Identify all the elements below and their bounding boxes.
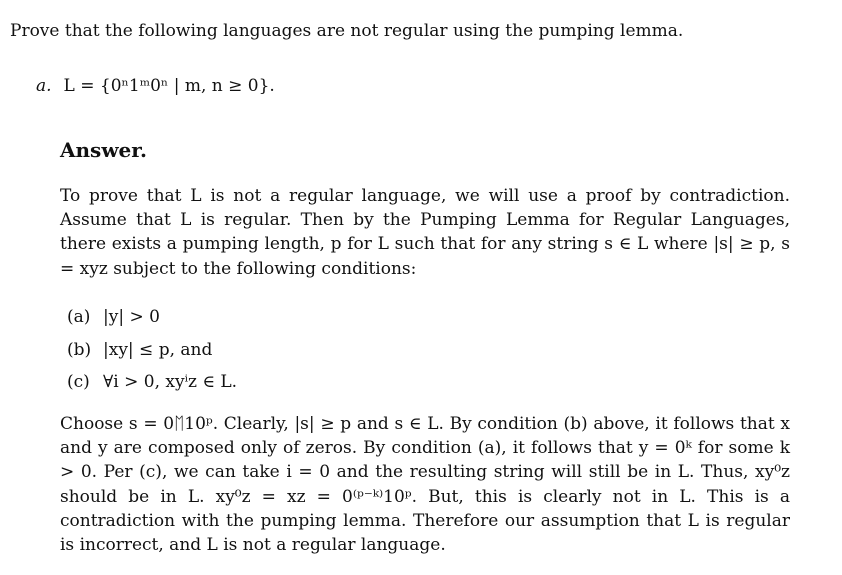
proof-paragraph-2: Choose s = 0ᛖ10ᵖ. Clearly, |s| ≥ p and s… bbox=[60, 414, 790, 556]
condition-c-label: (c) bbox=[67, 372, 90, 392]
condition-b: (b) |xy| ≤ p, and bbox=[67, 334, 237, 367]
conditions-list: (a) |y| > 0 (b) |xy| ≤ p, and (c) ∀i > 0, x… bbox=[67, 301, 237, 399]
problem-a: a. L = {0ⁿ1ᵐ0ⁿ | m, n ≥ 0}. bbox=[36, 74, 275, 98]
problem-statement: L = {0ⁿ1ᵐ0ⁿ | m, n ≥ 0}. bbox=[63, 76, 275, 96]
condition-b-text: |xy| ≤ p, and bbox=[103, 339, 213, 360]
answer-heading: Answer. bbox=[60, 138, 147, 162]
condition-b-label: (b) bbox=[67, 339, 92, 360]
condition-a-label: (a) bbox=[67, 307, 91, 327]
problem-label: a. bbox=[36, 76, 52, 96]
proof-paragraph-1: To prove that L is not a regular languag… bbox=[60, 186, 790, 279]
condition-c-text: ∀i > 0, xyⁱz ∈ L. bbox=[103, 372, 238, 392]
condition-a-text: |y| > 0 bbox=[103, 307, 160, 327]
intro-text: Prove that the following languages are n… bbox=[10, 21, 684, 41]
condition-c: (c) ∀i > 0, xyⁱz ∈ L. bbox=[67, 366, 237, 399]
document-page: Prove that the following languages are n… bbox=[0, 0, 842, 575]
condition-a: (a) |y| > 0 bbox=[67, 301, 237, 334]
